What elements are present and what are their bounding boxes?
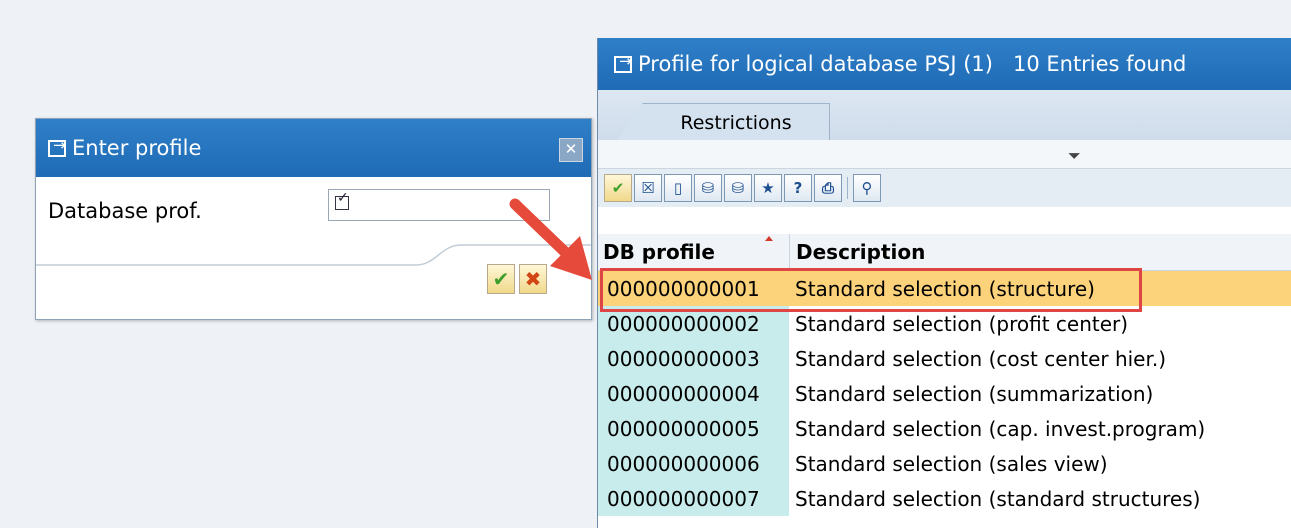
- annotation-arrow-icon: [509, 198, 592, 280]
